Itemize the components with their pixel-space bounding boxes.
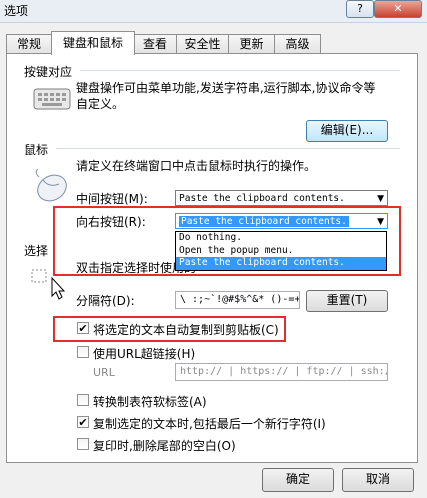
copy-newline-label: 复制选定的文本时,包括最后一个新行字符(I) [93, 417, 326, 431]
ok-button[interactable]: 确定 [262, 468, 334, 492]
middle-button-select[interactable]: Paste the clipboard contents. ▼ [175, 190, 388, 206]
tab-to-space-label: 转换制表符软标签(A) [93, 395, 207, 409]
close-button[interactable]: ✕ [374, 0, 422, 18]
mouse-section-title: 鼠标 [24, 143, 49, 157]
tab-advanced[interactable]: 高级 [274, 34, 321, 54]
url-label: URL [93, 366, 115, 379]
mouse-description: 请定义在终端窗口中点击鼠标时执行的操作。 [76, 159, 317, 173]
mouse-divider [56, 148, 400, 149]
keyboard-description-line1: 键盘操作可由菜单功能,发送字符串,运行脚本,协议命令等 [76, 81, 376, 95]
keyboard-section-title: 按键对应 [24, 65, 73, 79]
tab-general[interactable]: 常规 [6, 34, 52, 54]
annotation-box-auto-copy [53, 316, 286, 342]
reset-button[interactable]: 重置(T) [306, 290, 388, 312]
use-url-checkbox[interactable] [77, 346, 89, 358]
middle-button-value: Paste the clipboard contents. [179, 193, 345, 204]
chevron-down-icon: ▼ [377, 194, 384, 204]
tab-to-space-checkbox[interactable] [77, 394, 89, 406]
keyboard-icon [33, 88, 71, 110]
keyboard-description-line2: 自定义。 [76, 97, 125, 111]
annotation-box-right-button [53, 206, 401, 276]
tab-keyboard-mouse[interactable]: 键盘和鼠标 [51, 31, 135, 55]
trim-trailing-label: 复印时,删除尾部的空白(O) [93, 439, 236, 453]
help-button[interactable]: ? [346, 0, 374, 18]
tab-security[interactable]: 安全性 [176, 34, 229, 54]
cancel-button[interactable]: 取消 [342, 468, 414, 492]
keyboard-divider [80, 70, 400, 71]
window-title: 选项 [4, 4, 29, 18]
trim-trailing-checkbox[interactable] [77, 438, 89, 450]
url-input[interactable]: http:// | https:// | ftp:// | ssh:/ [175, 363, 388, 381]
separator-input[interactable]: \ :;~`!@#$%^&* ()-=+| [175, 291, 300, 309]
tab-view[interactable]: 查看 [133, 34, 177, 54]
copy-newline-checkbox[interactable]: ✔ [77, 416, 89, 428]
use-url-label: 使用URL超链接(H) [93, 347, 196, 361]
mouse-icon [35, 168, 67, 202]
tab-updates[interactable]: 更新 [228, 34, 275, 54]
selection-section-title: 选择 [24, 244, 49, 258]
edit-button[interactable]: 编辑(E)... [306, 120, 388, 142]
separator-label: 分隔符(D): [76, 294, 135, 308]
middle-button-label: 中间按钮(M): [76, 192, 148, 206]
